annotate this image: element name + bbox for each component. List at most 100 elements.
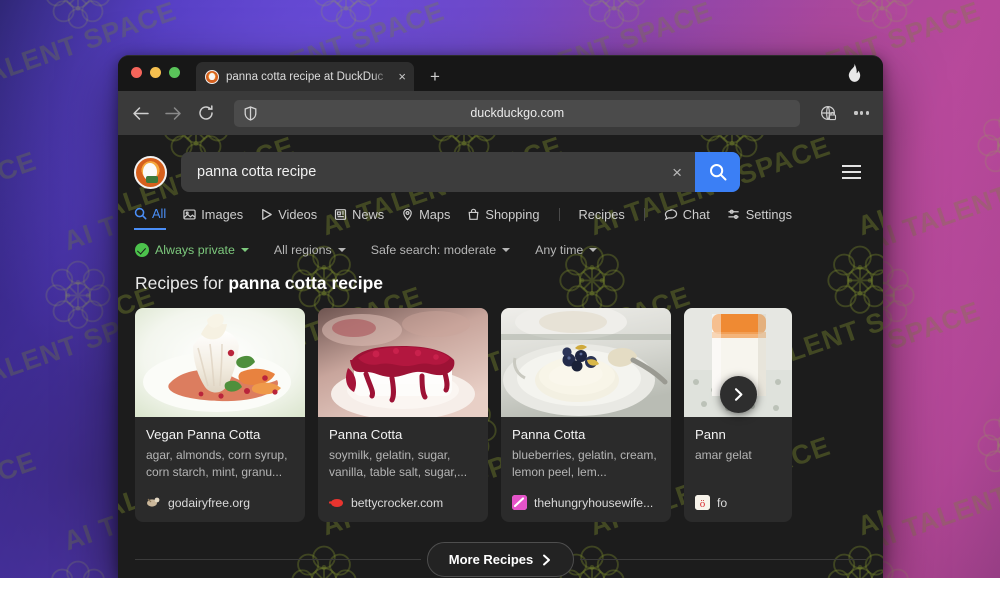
search-filters: Always private All regions Safe search: … — [118, 230, 883, 257]
tab-settings[interactable]: Settings — [727, 207, 792, 229]
check-circle-icon — [135, 243, 149, 257]
browser-tab[interactable]: panna cotta recipe at DuckDuc × — [196, 62, 414, 91]
watermark-text: AI TALENT SPACE — [0, 445, 41, 557]
results-heading-query: panna cotta recipe — [228, 273, 384, 293]
filter-time[interactable]: Any time — [535, 243, 598, 257]
tab-maps[interactable]: Maps — [401, 207, 450, 229]
recipe-source-label: fo — [717, 495, 728, 510]
filter-time-label: Any time — [535, 243, 584, 257]
filter-region[interactable]: All regions — [274, 243, 346, 257]
tab-videos[interactable]: Videos — [260, 207, 317, 229]
globe-lock-icon[interactable] — [820, 105, 837, 122]
chevron-right-icon — [734, 388, 743, 401]
recipe-card-body: Vegan Panna Cotta agar, almonds, corn sy… — [135, 417, 305, 481]
recipe-card-body: Pann amar gelat — [684, 417, 792, 481]
recipe-card-body: Panna Cotta soymilk, gelatin, sugar, van… — [318, 417, 488, 481]
recipe-source[interactable]: thehungryhousewife... — [501, 481, 671, 522]
panna-cotta-with-citrus-sauce-image — [135, 308, 305, 417]
chevron-down-icon — [589, 248, 598, 252]
recipe-title: Panna Cotta — [329, 427, 403, 442]
minimize-window-button[interactable] — [150, 67, 161, 78]
recipe-card[interactable]: Panna Cotta soymilk, gelatin, sugar, van… — [318, 308, 488, 522]
browser-window: panna cotta recipe at DuckDuc × + duckdu… — [118, 55, 883, 578]
reload-icon[interactable] — [198, 105, 214, 121]
recipe-source[interactable]: bettycrocker.com — [318, 481, 488, 522]
filter-safe-search[interactable]: Safe search: moderate — [370, 243, 511, 257]
brain-flower-icon — [42, 558, 114, 578]
search-header: × — [118, 135, 883, 192]
recipe-title: Panna Cotta — [512, 427, 586, 442]
search-box[interactable]: × — [181, 152, 740, 192]
more-recipes-button[interactable]: More Recipes — [426, 542, 575, 577]
close-window-button[interactable] — [131, 67, 142, 78]
back-arrow-icon[interactable] — [132, 106, 149, 121]
recipe-source[interactable]: ö fo — [684, 481, 792, 522]
tab-maps-label: Maps — [419, 207, 451, 222]
recipe-ingredients: agar, almonds, corn syrup, corn starch, … — [146, 448, 288, 480]
more-recipes-label: More Recipes — [448, 552, 534, 567]
maximize-window-button[interactable] — [169, 67, 180, 78]
address-bar[interactable]: duckduckgo.com — [234, 99, 801, 127]
recipe-source-label: bettycrocker.com — [351, 495, 444, 510]
forward-arrow-icon[interactable] — [165, 106, 182, 121]
watermark-text: AI TALENT SPACE — [0, 145, 41, 257]
divider — [643, 208, 645, 221]
search-submit-button[interactable] — [695, 152, 740, 192]
tab-recipes[interactable]: Recipes — [579, 207, 625, 229]
recipe-card[interactable]: Vegan Panna Cotta agar, almonds, corn sy… — [135, 308, 305, 522]
results-heading-prefix: Recipes for — [135, 273, 229, 293]
recipe-thumbnail — [501, 308, 671, 417]
play-icon — [262, 209, 272, 220]
hamburger-menu-icon[interactable] — [842, 165, 861, 179]
recipe-card[interactable]: Panna Cotta blueberries, gelatin, cream,… — [501, 308, 671, 522]
window-controls[interactable] — [131, 56, 180, 91]
recipe-carousel: Vegan Panna Cotta agar, almonds, corn sy… — [118, 294, 883, 522]
new-tab-button[interactable]: + — [430, 68, 440, 85]
tab-images[interactable]: Images — [183, 207, 243, 229]
tab-shopping-label: Shopping — [485, 207, 540, 222]
filter-region-label: All regions — [273, 243, 332, 257]
duckduckgo-logo-icon[interactable] — [134, 155, 167, 189]
tab-chat[interactable]: Chat — [664, 207, 710, 229]
brain-flower-icon — [310, 0, 382, 35]
watermark-text: AI TALENT SPACE — [864, 446, 1000, 557]
search-verticals: All Images Videos News Maps Shopping Rec… — [118, 192, 883, 230]
recipe-card-list: Vegan Panna Cotta agar, almonds, corn sy… — [135, 308, 883, 522]
source-favicon-icon — [512, 495, 527, 510]
more-options-icon[interactable] — [854, 111, 869, 115]
recipe-source[interactable]: godairyfree.org — [135, 481, 305, 522]
brain-flower-icon — [846, 0, 918, 35]
news-icon — [334, 209, 347, 220]
tab-all[interactable]: All — [134, 206, 167, 230]
divider-left — [135, 559, 421, 560]
panna-cotta-with-blueberries-image — [501, 308, 671, 417]
recipe-card-body: Panna Cotta blueberries, gelatin, cream,… — [501, 417, 671, 481]
search-input[interactable] — [181, 164, 660, 180]
recipe-title: Pann — [695, 427, 726, 442]
recipe-ingredients: amar gelat — [695, 448, 752, 462]
filter-safe-search-label: Safe search: moderate — [370, 243, 497, 257]
close-tab-icon[interactable]: × — [398, 70, 406, 83]
brain-flower-icon — [42, 0, 114, 35]
page-content: AI TALENT SPACEAI TALENT SPACEAI TALENT … — [118, 135, 883, 578]
source-favicon-icon — [328, 495, 344, 510]
clear-search-icon[interactable]: × — [659, 164, 695, 181]
more-recipes-row: More Recipes — [118, 542, 883, 577]
panna-cotta-with-raspberry-sauce-image — [318, 308, 488, 417]
recipe-card[interactable]: Pann amar gelat ö fo — [684, 308, 792, 522]
filter-always-private-label: Always private — [155, 243, 235, 257]
filter-always-private[interactable]: Always private — [135, 243, 249, 257]
recipe-ingredients: soymilk, gelatin, sugar, vanilla, table … — [329, 448, 468, 480]
chevron-down-icon — [240, 248, 249, 252]
tab-chat-label: Chat — [682, 207, 710, 222]
carousel-next-button[interactable] — [720, 376, 757, 413]
tab-recipes-label: Recipes — [578, 207, 625, 222]
desktop-background: AI TALENT SPACE AI TALENT SPACE AI TALENT … — [0, 0, 1000, 578]
tab-shopping[interactable]: Shopping — [467, 207, 540, 229]
tab-news[interactable]: News — [334, 207, 384, 229]
source-favicon-icon: ö — [695, 495, 710, 510]
recipe-ingredients: blueberries, gelatin, cream, lemon peel,… — [512, 448, 657, 480]
brain-flower-icon — [974, 408, 1000, 485]
chevron-right-icon — [543, 554, 551, 565]
flame-icon[interactable] — [846, 63, 863, 83]
